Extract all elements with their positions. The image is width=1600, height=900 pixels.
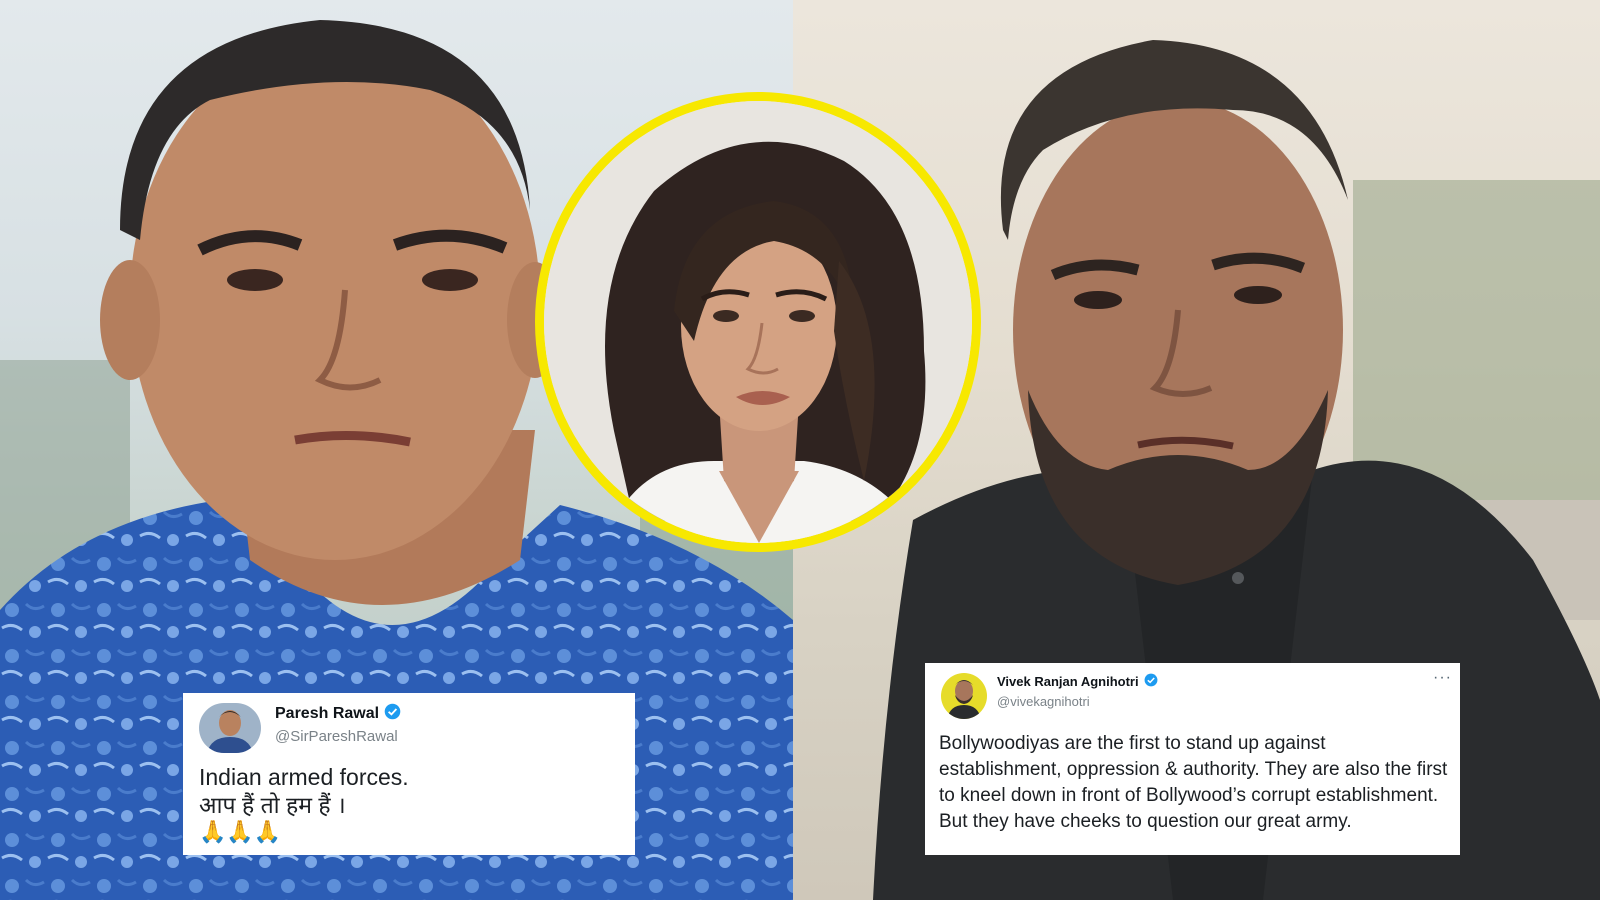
inset-portrait-illustration — [544, 101, 972, 543]
author-handle[interactable]: @vivekagnihotri — [997, 694, 1158, 709]
author-name[interactable]: Vivek Ranjan Agnihotri — [997, 674, 1139, 689]
inset-portrait-circle — [535, 92, 981, 552]
tweet-author: Vivek Ranjan Agnihotri @vivekagnihotri — [997, 673, 1158, 709]
author-name[interactable]: Paresh Rawal — [275, 705, 379, 723]
tweet-card-paresh-rawal[interactable]: Paresh Rawal @SirPareshRawal Indian arme… — [183, 693, 635, 855]
tweet-text: Bollywoodiyas are the first to stand up … — [939, 733, 1448, 832]
folded-hands-emoji: 🙏🙏🙏 — [199, 819, 282, 844]
more-options-icon[interactable]: ··· — [1433, 670, 1452, 686]
avatar[interactable] — [941, 673, 987, 719]
avatar-image — [199, 703, 261, 753]
avatar[interactable] — [199, 703, 261, 753]
tweet-card-vivek-agnihotri[interactable]: Vivek Ranjan Agnihotri @vivekagnihotri ·… — [925, 663, 1460, 855]
tweet-header: Paresh Rawal @SirPareshRawal — [199, 703, 619, 753]
tweet-header: Vivek Ranjan Agnihotri @vivekagnihotri ·… — [933, 670, 1452, 719]
tweet-text: Indian armed forces. आप हैं तो हम हैं । … — [199, 763, 619, 845]
collage: Paresh Rawal @SirPareshRawal Indian arme… — [0, 0, 1600, 900]
verified-badge-icon — [384, 703, 401, 725]
tweet-line-1: Indian armed forces. — [199, 764, 409, 790]
author-name-row: Paresh Rawal — [275, 703, 401, 725]
author-name-row: Vivek Ranjan Agnihotri — [997, 673, 1158, 690]
author-handle[interactable]: @SirPareshRawal — [275, 728, 401, 745]
avatar-image — [941, 673, 987, 719]
tweet-author: Paresh Rawal @SirPareshRawal — [275, 703, 401, 745]
tweet-line-2: आप हैं तो हम हैं । — [199, 792, 346, 818]
verified-badge-icon — [1144, 673, 1158, 690]
